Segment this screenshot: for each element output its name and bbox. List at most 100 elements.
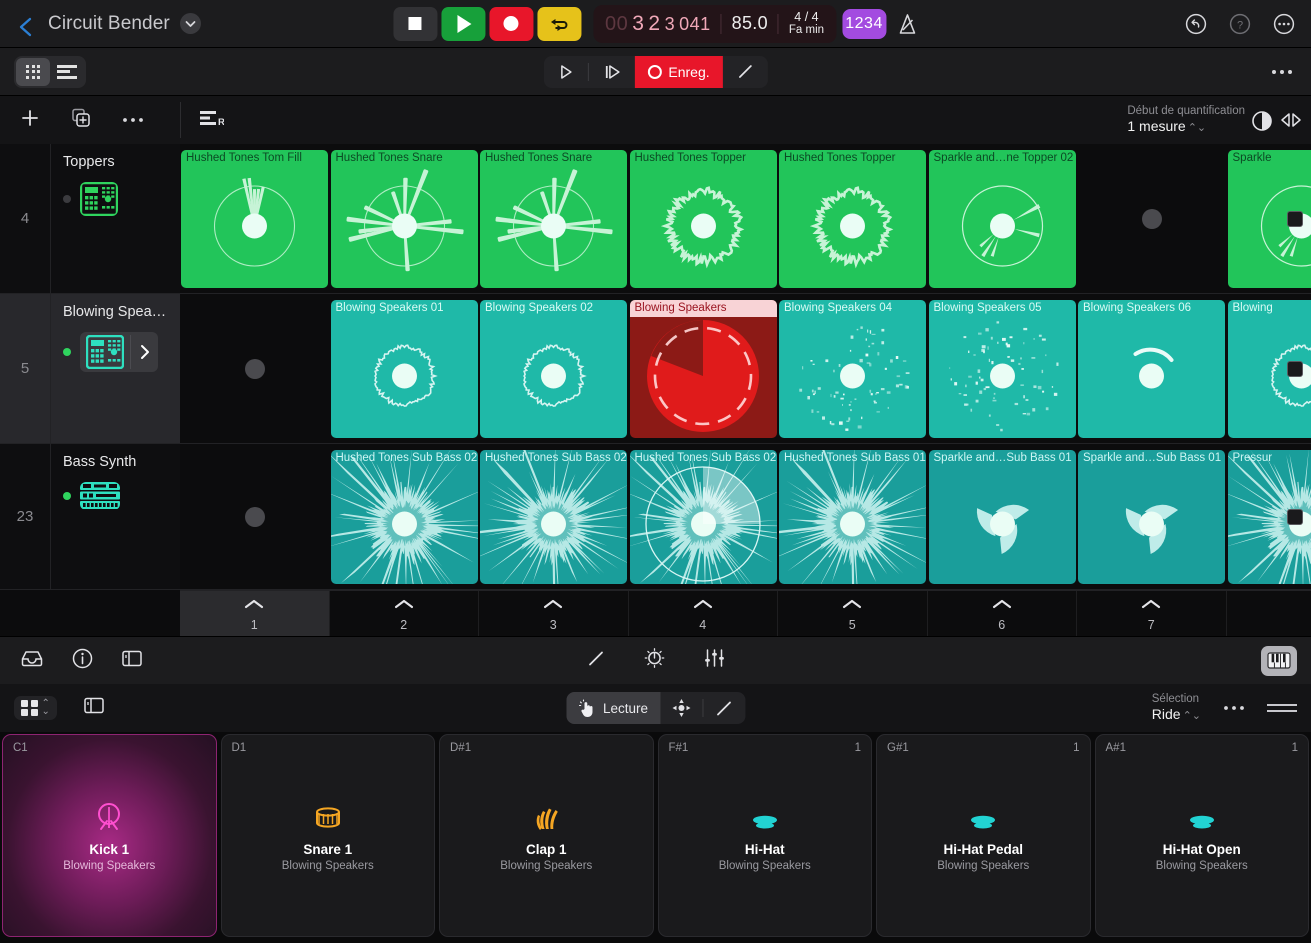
recording-cell[interactable]: Blowing Speakers bbox=[629, 300, 777, 438]
pencil-tool-button-2[interactable] bbox=[586, 649, 605, 673]
bar2-more-button[interactable] bbox=[1271, 63, 1293, 81]
loop-cell[interactable]: Blowing Speakers 04 bbox=[779, 300, 926, 438]
pads-side-panel-button[interactable] bbox=[83, 696, 105, 720]
help-icon[interactable]: ? bbox=[1229, 13, 1251, 35]
stepper-icon[interactable]: ⌃⌄ bbox=[1188, 122, 1206, 134]
row-stop-button[interactable] bbox=[1287, 361, 1303, 377]
more-icon[interactable] bbox=[1273, 13, 1295, 35]
info-button[interactable] bbox=[72, 648, 93, 674]
instrument-button[interactable] bbox=[80, 482, 120, 510]
selection-control[interactable]: Sélection Ride ⌃⌄ bbox=[1152, 692, 1201, 724]
chevron-right-icon[interactable] bbox=[130, 335, 158, 369]
quantize-button[interactable] bbox=[1251, 110, 1273, 137]
count-in-button[interactable]: 1234 bbox=[842, 8, 887, 39]
pad-kit: Blowing Speakers bbox=[937, 860, 1030, 872]
loop-cell[interactable]: Hushed Tones Topper bbox=[629, 150, 777, 288]
scene-trigger[interactable]: 7 bbox=[1077, 591, 1227, 636]
quantize-start-control[interactable]: Début de quantification 1 mesure ⌃⌄ bbox=[1127, 104, 1245, 136]
scene-trigger[interactable]: 4 bbox=[629, 591, 778, 636]
track-enable-dot[interactable] bbox=[63, 348, 71, 356]
lcd-display[interactable]: 00 3 2 3 041 85.0 4 / 4 Fa min bbox=[592, 4, 837, 43]
metronome-icon[interactable] bbox=[894, 11, 920, 37]
loop-cell[interactable]: Sparkle and…Sub Bass 01 bbox=[1078, 450, 1225, 584]
editor-toolbar-left bbox=[20, 648, 143, 674]
back-icon[interactable] bbox=[18, 16, 34, 36]
track-header-row[interactable]: 5 Blowing Spea… bbox=[0, 294, 180, 444]
drum-pad[interactable]: C1 Kick 1 Blowing Speakers bbox=[2, 734, 217, 937]
grid-more-button[interactable] bbox=[122, 111, 144, 129]
playback-mode-button[interactable]: Lecture bbox=[565, 692, 661, 724]
pencil-tool-button-3[interactable] bbox=[703, 692, 745, 724]
tracks-view-button[interactable] bbox=[50, 58, 84, 86]
row-stop-button[interactable] bbox=[1287, 509, 1303, 525]
track-number: 23 bbox=[0, 444, 51, 589]
loop-cell[interactable]: Blowing Speakers 01 bbox=[330, 300, 478, 438]
scene-trigger[interactable]: 5 bbox=[778, 591, 928, 636]
stop-cell-icon[interactable] bbox=[244, 507, 265, 527]
stepper-icon[interactable]: ⌃⌄ bbox=[1183, 710, 1201, 722]
instrument-button[interactable] bbox=[80, 332, 158, 372]
add-track-button[interactable] bbox=[20, 108, 40, 133]
play-button[interactable] bbox=[440, 6, 485, 41]
drum-pad[interactable]: A#1 1 Hi-Hat Open Blowing Speakers bbox=[1094, 734, 1309, 937]
stop-cell-icon[interactable] bbox=[244, 359, 265, 379]
drum-pad[interactable]: G#1 1 Hi-Hat Pedal Blowing Speakers bbox=[876, 734, 1091, 937]
track-info[interactable]: Toppers bbox=[51, 144, 180, 293]
scene-trigger[interactable]: 2 bbox=[330, 591, 479, 636]
resize-handle-icon[interactable] bbox=[1267, 704, 1297, 712]
track-enable-dot[interactable] bbox=[63, 492, 71, 500]
side-panel-button[interactable] bbox=[121, 649, 143, 673]
row-stop-button[interactable] bbox=[1287, 211, 1303, 227]
drum-pad[interactable]: D1 Snare 1 Blowing Speakers bbox=[220, 734, 435, 937]
scene-trigger[interactable]: 1 bbox=[180, 591, 330, 636]
record-button[interactable] bbox=[488, 6, 533, 41]
empty-cell[interactable] bbox=[181, 300, 328, 438]
pad-layout-button[interactable]: ⌃ ⌄ bbox=[14, 695, 57, 721]
loop-cell[interactable]: Hushed Tones Sub Bass 01 bbox=[779, 450, 926, 584]
chevron-down-icon[interactable] bbox=[179, 13, 201, 34]
loop-cell[interactable]: Hushed Tones Tom Fill bbox=[181, 150, 328, 288]
drum-pad[interactable]: F#1 1 Hi-Hat Blowing Speakers bbox=[657, 734, 872, 937]
cycle-button[interactable] bbox=[536, 6, 581, 41]
track-info[interactable]: Bass Synth bbox=[51, 444, 180, 589]
track-enable-dot[interactable] bbox=[63, 195, 71, 203]
loop-cell[interactable]: Hushed Tones Sub Bass 02 bbox=[480, 450, 627, 584]
loop-cell[interactable]: Blowing Speakers 05 bbox=[928, 300, 1076, 438]
record-mode-button[interactable]: Enreg. bbox=[634, 55, 723, 88]
pencil-tool-button[interactable] bbox=[723, 56, 768, 88]
loop-cell[interactable]: Hushed Tones Snare bbox=[480, 150, 627, 288]
stop-cell-icon[interactable] bbox=[1141, 209, 1162, 229]
play-from-start-button[interactable] bbox=[588, 56, 634, 88]
duplicate-track-button[interactable] bbox=[70, 107, 92, 134]
grid-view-button[interactable] bbox=[16, 57, 50, 86]
pads-more-button[interactable] bbox=[1223, 699, 1245, 717]
empty-cell[interactable] bbox=[181, 450, 328, 584]
scene-trigger[interactable]: 3 bbox=[479, 591, 629, 636]
move-tool-button[interactable] bbox=[660, 692, 702, 724]
track-info[interactable]: Blowing Spea… bbox=[51, 294, 180, 443]
cell-length-button[interactable] bbox=[1279, 110, 1303, 135]
instrument-button[interactable] bbox=[80, 182, 118, 216]
keyboard-toggle[interactable] bbox=[1261, 645, 1297, 676]
browser-button[interactable] bbox=[20, 648, 44, 673]
loop-cell[interactable]: Hushed Tones Sub Bass 02 bbox=[330, 450, 478, 584]
mixer-button[interactable] bbox=[703, 648, 725, 673]
loop-cell[interactable]: Hushed Tones Snare bbox=[330, 150, 478, 288]
playing-cell[interactable]: Hushed Tones Sub Bass 02 bbox=[629, 450, 777, 584]
loop-cell[interactable]: Hushed Tones Topper bbox=[779, 150, 926, 288]
automation-button[interactable] bbox=[643, 647, 665, 674]
region-settings-button[interactable]: R bbox=[198, 108, 225, 133]
track-header-row[interactable]: 4 Toppers bbox=[0, 144, 180, 294]
stop-button[interactable] bbox=[392, 6, 437, 41]
piano-keyboard-button[interactable] bbox=[1261, 645, 1297, 676]
loop-cell[interactable]: Sparkle and…ne Topper 02 bbox=[928, 150, 1076, 288]
loop-cell[interactable]: Blowing Speakers 02 bbox=[480, 300, 627, 438]
empty-cell[interactable] bbox=[1078, 150, 1225, 288]
play-button-secondary[interactable] bbox=[543, 56, 587, 88]
undo-icon[interactable] bbox=[1185, 13, 1207, 35]
loop-cell[interactable]: Blowing Speakers 06 bbox=[1078, 300, 1225, 438]
scene-trigger[interactable]: 6 bbox=[928, 591, 1077, 636]
drum-pad[interactable]: D#1 Clap 1 Blowing Speakers bbox=[439, 734, 654, 937]
track-header-row[interactable]: 23 Bass Synth bbox=[0, 444, 180, 590]
loop-cell[interactable]: Sparkle and…Sub Bass 01 bbox=[928, 450, 1076, 584]
